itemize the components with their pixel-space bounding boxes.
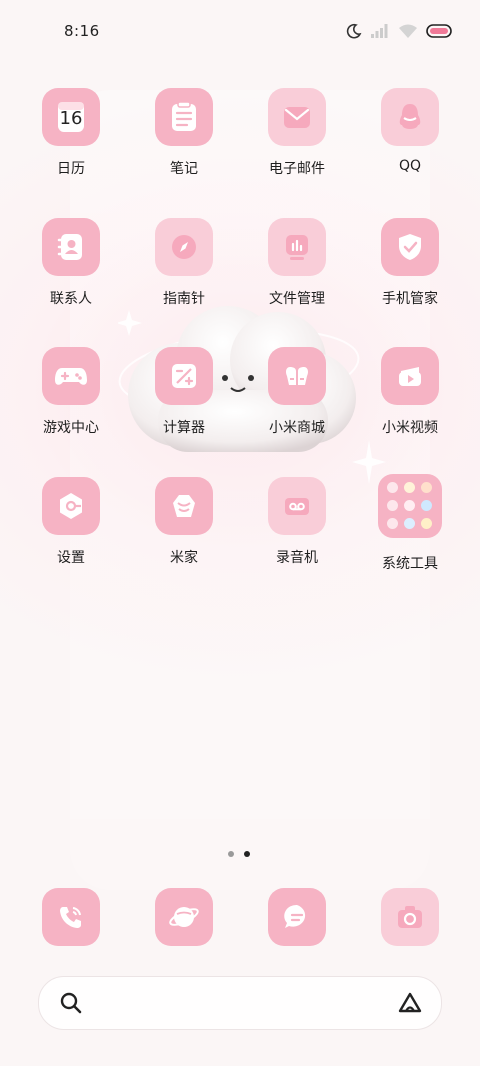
app-label: 电子邮件 (269, 161, 325, 177)
app-tile: 16 (42, 88, 100, 146)
app-tile (268, 477, 326, 535)
shield-icon (399, 234, 421, 260)
app-tile (155, 218, 213, 276)
app-label: 米家 (170, 550, 198, 566)
assistant-icon[interactable] (397, 991, 423, 1015)
app-tile (268, 347, 326, 405)
app-label: 日历 (57, 161, 85, 177)
battery-icon (426, 24, 452, 38)
app-label: QQ (398, 158, 422, 174)
notes-icon (172, 101, 196, 131)
dock-messages[interactable] (241, 888, 353, 946)
app-label: 笔记 (170, 161, 198, 177)
app-tile (268, 888, 326, 946)
moon-icon (346, 23, 362, 39)
app-tile (155, 888, 213, 946)
app-tile (42, 218, 100, 276)
status-bar: 8:16 (0, 0, 480, 62)
page-dot-2-active[interactable] (244, 851, 250, 857)
planet-browser-icon (169, 907, 199, 927)
app-tile (155, 88, 213, 146)
app-tile (381, 88, 439, 146)
app-mijia[interactable]: 米家 (128, 477, 240, 567)
status-icons (346, 22, 454, 40)
search-icon[interactable] (60, 992, 82, 1014)
app-label: 手机管家 (382, 291, 438, 307)
folder-icon (378, 474, 442, 538)
calendar-date: 16 (59, 108, 83, 129)
app-compass[interactable]: 指南针 (128, 218, 240, 308)
app-email[interactable]: 电子邮件 (241, 88, 353, 178)
signal-icon (371, 24, 388, 38)
app-calendar[interactable]: 16 日历 (15, 88, 127, 178)
settings-icon (60, 493, 82, 519)
app-tile (42, 888, 100, 946)
gamepad-icon (55, 368, 87, 385)
recorder-icon (285, 498, 309, 515)
page-dot-1[interactable] (228, 851, 234, 857)
wifi-icon (399, 24, 417, 38)
status-time: 8:16 (64, 22, 100, 40)
app-settings[interactable]: 设置 (15, 477, 127, 567)
contacts-icon (57, 234, 82, 260)
message-icon (284, 904, 306, 928)
dock-phone[interactable] (15, 888, 127, 946)
app-label: 游戏中心 (43, 420, 99, 436)
app-tile (381, 888, 439, 946)
app-tile (42, 477, 100, 535)
app-label: 文件管理 (269, 291, 325, 307)
mitten-store-icon (286, 367, 308, 385)
camera-icon (398, 906, 422, 928)
app-label: 联系人 (50, 291, 92, 307)
app-calculator[interactable]: 计算器 (128, 347, 240, 437)
compass-icon (172, 235, 196, 259)
app-tile (268, 218, 326, 276)
folder-system-tools[interactable]: 系统工具 (354, 474, 466, 573)
app-tile (381, 347, 439, 405)
app-notes[interactable]: 笔记 (128, 88, 240, 178)
app-label: 录音机 (276, 550, 318, 566)
search-bar[interactable] (38, 976, 442, 1030)
app-tile (42, 347, 100, 405)
phone-icon (60, 907, 81, 928)
app-phone-manager[interactable]: 手机管家 (354, 218, 466, 308)
app-label: 指南针 (163, 291, 205, 307)
app-game-center[interactable]: 游戏中心 (15, 347, 127, 437)
file-manager-icon (286, 235, 308, 260)
app-tile (381, 218, 439, 276)
app-label: 小米视频 (382, 420, 438, 436)
app-label: 小米商城 (269, 420, 325, 436)
mail-icon (284, 107, 310, 128)
app-tile (155, 477, 213, 535)
app-mi-video[interactable]: 小米视频 (354, 347, 466, 437)
app-file-manager[interactable]: 文件管理 (241, 218, 353, 308)
mijia-icon (173, 495, 195, 517)
dock-browser[interactable] (128, 888, 240, 946)
app-label: 设置 (57, 550, 85, 566)
video-icon (399, 367, 421, 386)
app-qq[interactable]: QQ (354, 88, 466, 174)
app-tile (155, 347, 213, 405)
app-label: 系统工具 (382, 556, 438, 572)
dock-camera[interactable] (354, 888, 466, 946)
app-contacts[interactable]: 联系人 (15, 218, 127, 308)
app-recorder[interactable]: 录音机 (241, 477, 353, 567)
calculator-icon (172, 364, 196, 388)
app-mi-store[interactable]: 小米商城 (241, 347, 353, 437)
app-label: 计算器 (163, 420, 205, 436)
qq-penguin-icon (399, 104, 421, 129)
page-indicator (228, 851, 250, 857)
app-tile (268, 88, 326, 146)
